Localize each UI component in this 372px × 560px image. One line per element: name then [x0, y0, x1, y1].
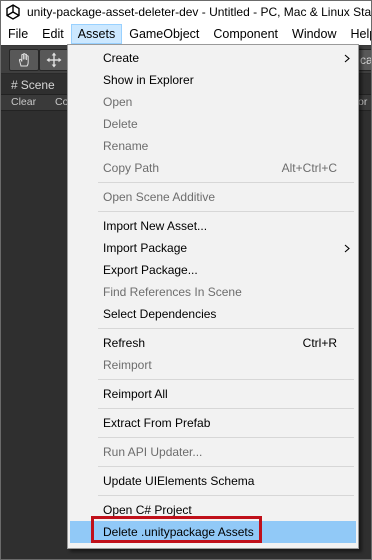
menu-item-create[interactable]: Create: [70, 47, 356, 69]
menu-gameobject[interactable]: GameObject: [122, 24, 206, 44]
menu-component[interactable]: Component: [206, 24, 285, 44]
menu-item-import-package-label: Import Package: [103, 241, 188, 255]
menu-item-show-in-explorer[interactable]: Show in Explorer: [70, 69, 356, 91]
menu-separator: [98, 379, 354, 380]
menu-item-open-label: Open: [103, 95, 133, 109]
menu-item-delete: Delete: [70, 113, 356, 135]
menu-item-reimport-label: Reimport: [103, 358, 152, 372]
menu-item-show-in-explorer-label: Show in Explorer: [103, 73, 194, 87]
menu-item-import-new-asset[interactable]: Import New Asset...: [70, 215, 356, 237]
menu-item-export-package-label: Export Package...: [103, 263, 198, 277]
menu-item-run-api-updater-label: Run API Updater...: [103, 445, 203, 459]
menu-item-rename-label: Rename: [103, 139, 149, 153]
menu-item-create-label: Create: [103, 51, 140, 65]
menu-assets[interactable]: Assets: [70, 24, 123, 44]
menu-item-find-references-label: Find References In Scene: [103, 285, 242, 299]
menu-item-open: Open: [70, 91, 356, 113]
menu-item-reimport-all-label: Reimport All: [103, 387, 168, 401]
hand-tool-button[interactable]: [9, 49, 39, 71]
callout-highlight-box: [91, 516, 262, 543]
grid-icon: #: [11, 77, 18, 92]
menu-separator: [98, 437, 354, 438]
toolbar-fragment-right: or: [358, 96, 368, 108]
unity-logo-icon: [6, 4, 20, 20]
menu-item-extract-from-prefab[interactable]: Extract From Prefab: [70, 412, 356, 434]
tab-scene[interactable]: # Scene: [5, 76, 61, 93]
move-tool-button[interactable]: [39, 49, 69, 71]
menu-item-import-package[interactable]: Import Package: [70, 237, 356, 259]
hand-icon: [18, 53, 29, 67]
menu-file[interactable]: File: [1, 24, 35, 44]
menu-separator: [98, 466, 354, 467]
menu-item-select-dependencies-label: Select Dependencies: [103, 307, 217, 321]
pivot-toggle-label: cal: [360, 53, 371, 67]
copy-path-shortcut: Alt+Ctrl+C: [281, 161, 337, 175]
menu-item-select-dependencies[interactable]: Select Dependencies: [70, 303, 356, 325]
menu-item-refresh-label: Refresh: [103, 336, 146, 350]
menu-item-update-uielements-schema-label: Update UIElements Schema: [103, 474, 255, 488]
submenu-arrow-icon: [344, 237, 350, 259]
menu-item-open-scene-additive: Open Scene Additive: [70, 186, 356, 208]
menu-item-refresh[interactable]: Refresh Ctrl+R: [70, 332, 356, 354]
scene-tab-label: Scene: [20, 77, 55, 92]
menu-separator: [98, 408, 354, 409]
menu-item-rename: Rename: [70, 135, 356, 157]
menu-bar: File Edit Assets GameObject Component Wi…: [1, 23, 371, 45]
menu-help[interactable]: Help: [343, 24, 371, 44]
menu-separator: [98, 182, 354, 183]
move-arrows-icon: [46, 52, 62, 68]
submenu-arrow-icon: [344, 47, 350, 69]
menu-item-copy-path-label: Copy Path: [103, 161, 160, 175]
menu-item-extract-from-prefab-label: Extract From Prefab: [103, 416, 211, 430]
menu-separator: [98, 211, 354, 212]
menu-item-delete-label: Delete: [103, 117, 138, 131]
menu-window[interactable]: Window: [285, 24, 343, 44]
assets-menu-dropdown: Create Show in Explorer Open Delete Rena…: [67, 44, 359, 549]
title-bar: unity-package-asset-deleter-dev - Untitl…: [1, 1, 371, 23]
menu-item-update-uielements-schema[interactable]: Update UIElements Schema: [70, 470, 356, 492]
menu-item-run-api-updater: Run API Updater...: [70, 441, 356, 463]
refresh-shortcut: Ctrl+R: [302, 336, 337, 350]
menu-item-copy-path: Copy Path Alt+Ctrl+C: [70, 157, 356, 179]
menu-item-export-package[interactable]: Export Package...: [70, 259, 356, 281]
menu-item-open-csharp-project-label: Open C# Project: [103, 503, 192, 517]
clear-button[interactable]: Clear: [11, 96, 36, 108]
menu-item-reimport: Reimport: [70, 354, 356, 376]
menu-separator: [98, 495, 354, 496]
menu-separator: [98, 328, 354, 329]
menu-edit[interactable]: Edit: [35, 24, 71, 44]
menu-item-open-scene-additive-label: Open Scene Additive: [103, 190, 216, 204]
menu-item-import-new-asset-label: Import New Asset...: [103, 219, 208, 233]
window-title: unity-package-asset-deleter-dev - Untitl…: [27, 5, 371, 19]
menu-item-reimport-all[interactable]: Reimport All: [70, 383, 356, 405]
menu-item-find-references: Find References In Scene: [70, 281, 356, 303]
